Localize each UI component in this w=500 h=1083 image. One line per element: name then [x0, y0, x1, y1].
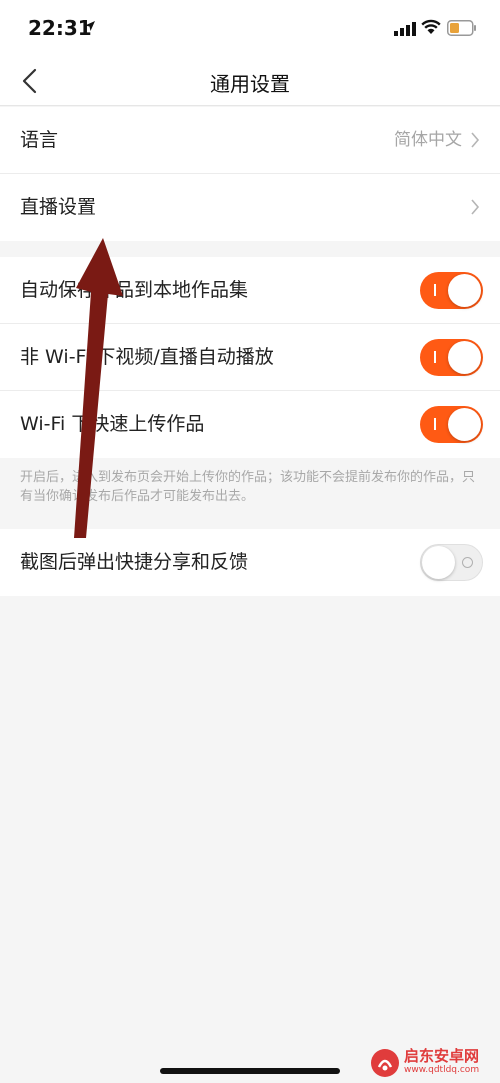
language-value: 简体中文 — [394, 130, 462, 150]
watermark-url: www.qdtldq.com — [404, 1065, 480, 1075]
auto-save-label: 自动保存作品到本地作品集 — [20, 279, 249, 301]
autoplay-label: 非 Wi-Fi 下视频/直播自动播放 — [20, 346, 274, 368]
wifi-icon — [421, 19, 441, 34]
settings-group-general: 语言 简体中文 直播设置 — [0, 107, 500, 241]
fast-upload-toggle[interactable] — [420, 406, 483, 443]
status-time: 22:31 — [28, 16, 92, 40]
battery-icon — [447, 20, 476, 36]
live-settings-label: 直播设置 — [20, 196, 97, 218]
screenshot-share-toggle[interactable] — [420, 544, 483, 581]
chevron-right-icon — [471, 132, 480, 148]
language-label: 语言 — [20, 129, 59, 151]
status-bar: 22:31 — [0, 0, 500, 56]
page-title: 通用设置 — [210, 72, 290, 96]
fast-upload-note: 开启后，进入到发布页会开始上传你的作品；该功能不会提前发布你的作品，只有当你确认… — [20, 470, 476, 504]
navigation-bar: 通用设置 — [0, 56, 500, 106]
screenshot-share-label: 截图后弹出快捷分享和反馈 — [20, 551, 249, 573]
settings-group-screenshot: 截图后弹出快捷分享和反馈 — [0, 529, 500, 596]
home-indicator[interactable] — [160, 1068, 340, 1074]
location-arrow-icon — [85, 21, 95, 31]
watermark: 启东安卓网 www.qdtldq.com — [368, 1044, 498, 1080]
watermark-logo-icon — [371, 1049, 399, 1077]
auto-save-toggle[interactable] — [420, 272, 483, 309]
autoplay-toggle[interactable] — [420, 339, 483, 376]
live-settings-row[interactable]: 直播设置 — [0, 174, 500, 241]
language-row[interactable]: 语言 简体中文 — [0, 107, 500, 174]
toggle-row: 非 Wi-Fi 下视频/直播自动播放 — [0, 324, 500, 391]
toggle-row: 自动保存作品到本地作品集 — [0, 257, 500, 324]
chevron-right-icon — [471, 199, 480, 215]
fast-upload-label: Wi-Fi 下快速上传作品 — [20, 413, 205, 435]
signal-icon — [394, 22, 416, 36]
watermark-name: 启东安卓网 — [404, 1047, 480, 1065]
toggle-row: 截图后弹出快捷分享和反馈 — [0, 529, 500, 596]
toggle-row: Wi-Fi 下快速上传作品 — [0, 391, 500, 458]
settings-group-media: 自动保存作品到本地作品集 非 Wi-Fi 下视频/直播自动播放 Wi-Fi 下快… — [0, 257, 500, 458]
